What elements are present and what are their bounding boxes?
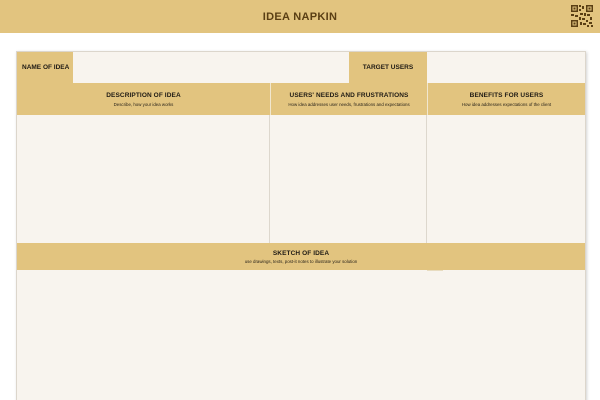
divider (269, 115, 270, 243)
description-header: DESCRIPTION OF IDEA Describe, how your i… (17, 83, 270, 115)
sketch-header: SKETCH OF IDEA use drawings, texts, post… (17, 243, 585, 270)
needs-title: USERS' NEEDS AND FRUSTRATIONS (289, 91, 409, 99)
benefits-title: BENEFITS FOR USERS (469, 91, 544, 99)
name-of-idea-label-cell: NAME OF IDEA (17, 52, 73, 83)
sketch-title: SKETCH OF IDEA (272, 249, 330, 257)
qr-code-icon (570, 4, 594, 28)
benefits-header: BENEFITS FOR USERS How idea addresses ex… (427, 83, 585, 115)
target-users-label: TARGET USERS (362, 64, 414, 71)
divider (426, 115, 427, 243)
needs-subtitle: How idea addresses user needs, frustrati… (288, 101, 410, 107)
name-of-idea-label: NAME OF IDEA (22, 64, 70, 71)
target-users-label-cell: TARGET USERS (349, 52, 427, 83)
description-area[interactable] (17, 115, 270, 243)
description-title: DESCRIPTION OF IDEA (106, 91, 181, 99)
needs-header: USERS' NEEDS AND FRUSTRATIONS How idea a… (270, 83, 427, 115)
name-of-idea-field[interactable] (73, 52, 349, 83)
needs-area[interactable] (270, 115, 427, 243)
napkin-sheet: NAME OF IDEA TARGET USERS DESCRIPTION OF… (16, 51, 586, 400)
sketch-area[interactable] (17, 270, 585, 400)
benefits-subtitle: How idea addresses expectations of the c… (461, 101, 552, 107)
benefits-area[interactable] (427, 115, 585, 243)
top-bar: IDEA NAPKIN (0, 0, 600, 33)
description-subtitle: Describe, how your idea works (113, 101, 174, 107)
target-users-field[interactable] (427, 52, 585, 83)
page-title: IDEA NAPKIN (262, 10, 338, 23)
sketch-subtitle: use drawings, texts, post-it notes to il… (244, 258, 358, 264)
